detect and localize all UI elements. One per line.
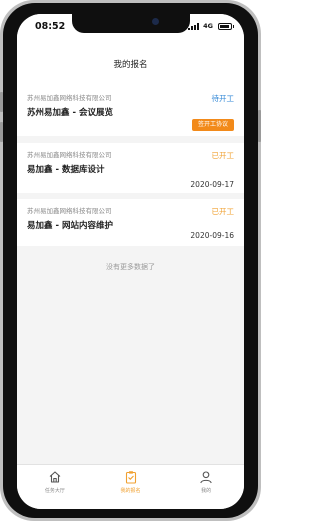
notch <box>72 14 190 33</box>
nav-label: 我的 <box>201 488 212 494</box>
clipboard-icon <box>125 471 136 484</box>
sign-agreement-button[interactable]: 签开工协议 <box>192 119 234 131</box>
date-label: 2020-09-17 <box>190 180 234 189</box>
date-label: 2020-09-16 <box>190 231 234 240</box>
status-badge: 已开工 <box>211 207 235 216</box>
status-badge: 待开工 <box>211 94 235 103</box>
camera-icon <box>152 18 159 25</box>
battery-icon <box>218 22 234 30</box>
power-button <box>258 110 261 142</box>
nav-item-my-registration[interactable]: 我的报名 <box>93 465 169 509</box>
page-title: 我的报名 <box>113 60 148 70</box>
network-type: 4G <box>203 22 213 30</box>
nav-item-task-hall[interactable]: 任务大厅 <box>17 465 93 509</box>
project-title: 易加鑫 - 网站内容维护 <box>27 221 113 231</box>
list-item[interactable]: 苏州易加鑫网络科技有限公司 已开工 易加鑫 - 网站内容维护 2020-09-1… <box>17 199 244 246</box>
company-name: 苏州易加鑫网络科技有限公司 <box>27 94 112 102</box>
screen: 08:52 4G 我的报名 项目 历史 苏州易加鑫网络科技有限公司 待开工 苏州… <box>17 14 244 509</box>
company-name: 苏州易加鑫网络科技有限公司 <box>27 207 112 215</box>
company-name: 苏州易加鑫网络科技有限公司 <box>27 151 112 159</box>
bottom-nav: 任务大厅 我的报名 我的 <box>17 464 244 509</box>
phone-frame: 08:52 4G 我的报名 项目 历史 苏州易加鑫网络科技有限公司 待开工 苏州… <box>0 0 261 521</box>
project-title: 苏州易加鑫 - 会议展览 <box>27 108 113 118</box>
signal-icon <box>188 22 200 30</box>
status-time: 08:52 <box>35 21 66 32</box>
no-more-data-text: 没有更多数据了 <box>106 263 155 271</box>
status-badge: 已开工 <box>211 151 235 160</box>
status-indicators: 4G <box>188 22 234 30</box>
home-icon <box>49 471 61 483</box>
list-item[interactable]: 苏州易加鑫网络科技有限公司 已开工 易加鑫 - 数据库设计 2020-09-17 <box>17 143 244 193</box>
nav-item-me[interactable]: 我的 <box>168 465 244 509</box>
user-icon <box>200 471 212 484</box>
list-item[interactable]: 苏州易加鑫网络科技有限公司 待开工 苏州易加鑫 - 会议展览 签开工协议 <box>17 86 244 136</box>
nav-label: 任务大厅 <box>44 488 65 494</box>
project-title: 易加鑫 - 数据库设计 <box>27 165 105 175</box>
nav-label: 我的报名 <box>120 488 141 494</box>
